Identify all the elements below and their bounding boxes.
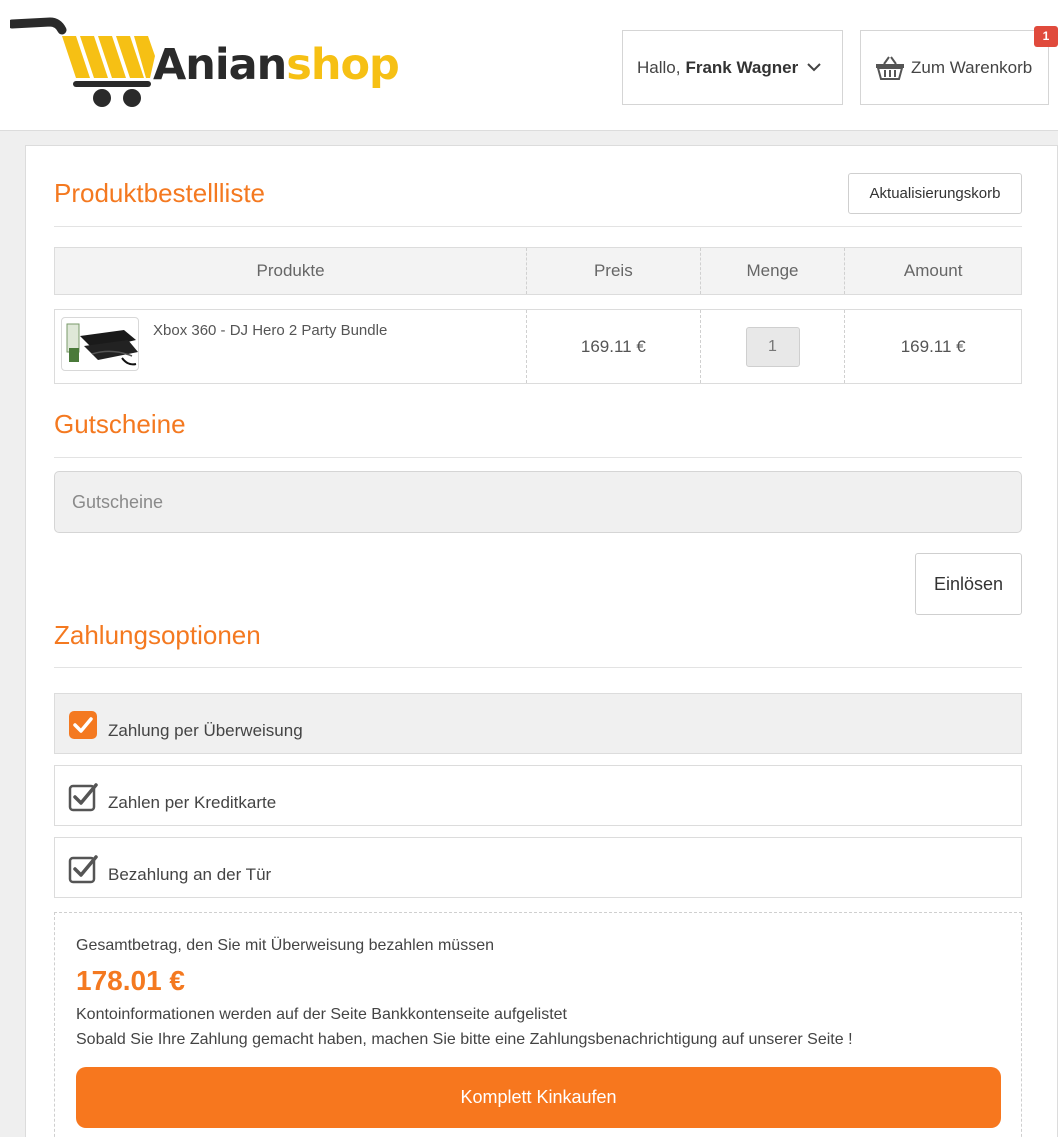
product-name[interactable]: Xbox 360 - DJ Hero 2 Party Bundle	[153, 322, 387, 339]
divider	[54, 667, 1022, 668]
payment-options-title: Zahlungsoptionen	[54, 620, 261, 650]
vouchers-title: Gutscheine	[54, 409, 186, 439]
price-cell: 169.11 €	[527, 310, 701, 383]
column-header-quantity: Menge	[701, 248, 846, 294]
payment-option-label: Zahlen per Kreditkarte	[108, 793, 277, 812]
chevron-down-icon	[807, 63, 821, 72]
redeem-voucher-button[interactable]: Einlösen	[915, 553, 1022, 615]
product-cell: Xbox 360 - DJ Hero 2 Party Bundle	[55, 310, 528, 383]
divider	[54, 457, 1022, 458]
payment-option-bank-transfer[interactable]: Zahlung per Überweisung	[54, 693, 1022, 754]
payment-option-cash-on-delivery[interactable]: Bezahlung an der Tür	[54, 837, 1022, 898]
site-logo[interactable]: Anianshop	[10, 14, 420, 110]
summary-intro: Gesamtbetrag, den Sie mit Überweisung be…	[76, 937, 494, 954]
update-cart-button[interactable]: Aktualisierungskorb	[848, 173, 1022, 214]
complete-purchase-button[interactable]: Komplett Kinkaufen	[76, 1067, 1001, 1128]
payment-option-credit-card[interactable]: Zahlen per Kreditkarte	[54, 765, 1022, 826]
logo-text-dark: Anian	[153, 40, 287, 90]
order-list-title: Produktbestellliste	[54, 178, 265, 208]
user-menu-button[interactable]: Hallo, Frank Wagner	[622, 30, 843, 105]
payment-option-label: Bezahlung an der Tür	[108, 865, 272, 884]
quantity-input[interactable]	[745, 326, 800, 367]
user-name: Frank Wagner	[685, 57, 799, 77]
product-thumbnail[interactable]	[61, 317, 139, 371]
total-amount: 178.01 €	[76, 965, 185, 996]
payment-summary: Gesamtbetrag, den Sie mit Überweisung be…	[54, 912, 1022, 1137]
basket-icon	[876, 55, 904, 80]
voucher-input[interactable]	[54, 471, 1022, 533]
site-header: Anianshop Hallo, Frank Wagner Zum Warenk…	[0, 0, 1058, 131]
payment-option-label: Zahlung per Überweisung	[108, 721, 303, 740]
product-image-icon	[66, 323, 138, 366]
cart-count-badge: 1	[1034, 26, 1058, 47]
quantity-cell	[701, 310, 846, 383]
shopping-cart-logo-icon	[10, 17, 155, 107]
order-table-header: Produkte Preis Menge Amount	[54, 247, 1022, 295]
checkout-panel: Produktbestellliste Aktualisierungskorb …	[25, 145, 1058, 1137]
amount-cell: 169.11 €	[900, 336, 966, 356]
checkbox-unchecked-icon[interactable]	[68, 782, 98, 812]
account-info-note: Kontoinformationen werden auf der Seite …	[76, 1006, 567, 1023]
column-header-price: Preis	[527, 248, 701, 294]
logo-text-yellow: shop	[286, 40, 400, 90]
payment-notification-note: Sobald Sie Ihre Zahlung gemacht haben, m…	[76, 1031, 853, 1048]
cart-button[interactable]: Zum Warenkorb	[860, 30, 1049, 105]
user-greeting: Hallo,	[637, 57, 681, 77]
column-header-amount: Amount	[903, 261, 963, 280]
checkbox-unchecked-icon[interactable]	[68, 854, 98, 884]
checkbox-checked-icon[interactable]	[68, 710, 98, 740]
cart-label: Zum Warenkorb	[911, 57, 1033, 77]
logo-wordmark: Anianshop	[153, 44, 400, 87]
table-row: Xbox 360 - DJ Hero 2 Party Bundle 169.11…	[54, 309, 1022, 384]
divider	[54, 226, 1022, 227]
column-header-products: Produkte	[55, 248, 528, 294]
